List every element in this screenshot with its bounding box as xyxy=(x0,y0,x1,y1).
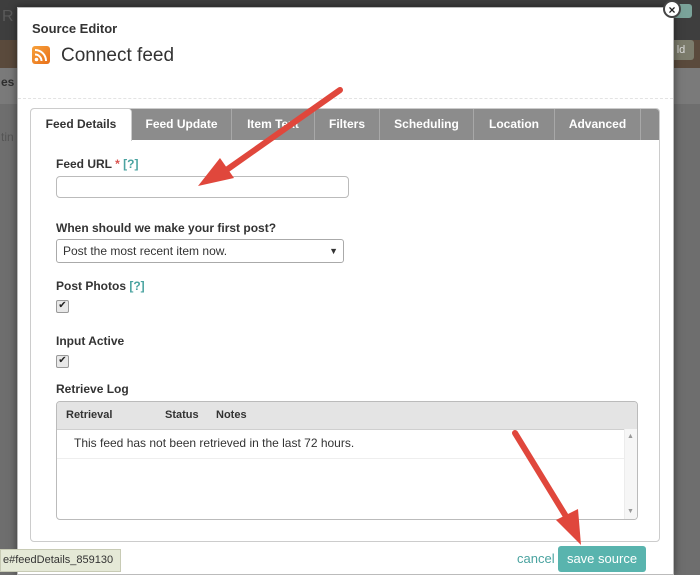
modal-title: Connect feed xyxy=(61,45,175,66)
close-button[interactable]: × xyxy=(663,0,681,18)
tab-location[interactable]: Location xyxy=(474,109,555,140)
input-active-label: Input Active xyxy=(56,334,125,348)
scroll-up-icon[interactable]: ▲ xyxy=(627,433,634,440)
cancel-link[interactable]: cancel xyxy=(517,551,555,566)
feed-url-help-link[interactable]: [?] xyxy=(123,157,138,171)
column-header-status: Status xyxy=(165,409,199,421)
post-photos-label-text: Post Photos xyxy=(56,279,127,293)
column-header-notes: Notes xyxy=(216,409,247,421)
tab-advanced[interactable]: Advanced xyxy=(555,109,641,140)
modal-label: Source Editor xyxy=(32,21,118,36)
modal-header: Source Editor Connect feed xyxy=(18,8,673,99)
post-photos-label: Post Photos [?] xyxy=(56,279,145,293)
tab-feed-details[interactable]: Feed Details xyxy=(31,109,132,141)
retrieve-log-header: Retrieval Status Notes xyxy=(57,402,637,430)
first-post-label: When should we make your first post? xyxy=(56,221,277,235)
feed-url-input[interactable] xyxy=(56,176,349,198)
chevron-down-icon: ▼ xyxy=(329,246,338,256)
tab-filters[interactable]: Filters xyxy=(315,109,380,140)
tab-bar: Feed Details Feed Update Item Text Filte… xyxy=(31,109,659,141)
first-post-selected-value: Post the most recent item now. xyxy=(63,244,228,258)
column-header-retrieval: Retrieval xyxy=(66,409,113,421)
retrieve-log-table: Retrieval Status Notes This feed has not… xyxy=(56,401,638,520)
background-text-fragment: R xyxy=(2,8,14,25)
retrieve-log-message: This feed has not been retrieved in the … xyxy=(74,436,355,450)
input-active-checkbox[interactable]: ✔ xyxy=(56,355,69,368)
row-divider xyxy=(57,458,625,459)
post-photos-checkbox[interactable]: ✔ xyxy=(56,300,69,313)
rss-feed-icon xyxy=(32,46,50,64)
background-text-fragment: es xyxy=(1,75,15,89)
save-source-button[interactable]: save source xyxy=(558,546,646,572)
first-post-select[interactable]: Post the most recent item now. ▼ xyxy=(56,239,344,263)
browser-status-bar: e#feedDetails_859130 xyxy=(0,549,121,572)
feed-url-label: Feed URL * [?] xyxy=(56,157,138,171)
retrieve-log-label: Retrieve Log xyxy=(56,382,129,396)
tab-scheduling[interactable]: Scheduling xyxy=(380,109,474,140)
background-text-fragment: tin xyxy=(1,130,14,144)
post-photos-help-link[interactable]: [?] xyxy=(129,279,144,293)
scroll-down-icon[interactable]: ▼ xyxy=(627,508,634,515)
source-editor-modal: Source Editor Connect feed × Feed Detail… xyxy=(17,0,681,575)
tab-feed-update[interactable]: Feed Update xyxy=(132,109,232,140)
log-scrollbar[interactable]: ▲ ▼ xyxy=(624,429,637,519)
tab-item-text[interactable]: Item Text xyxy=(232,109,315,140)
feed-url-label-text: Feed URL xyxy=(56,157,112,171)
required-marker: * xyxy=(115,157,120,171)
